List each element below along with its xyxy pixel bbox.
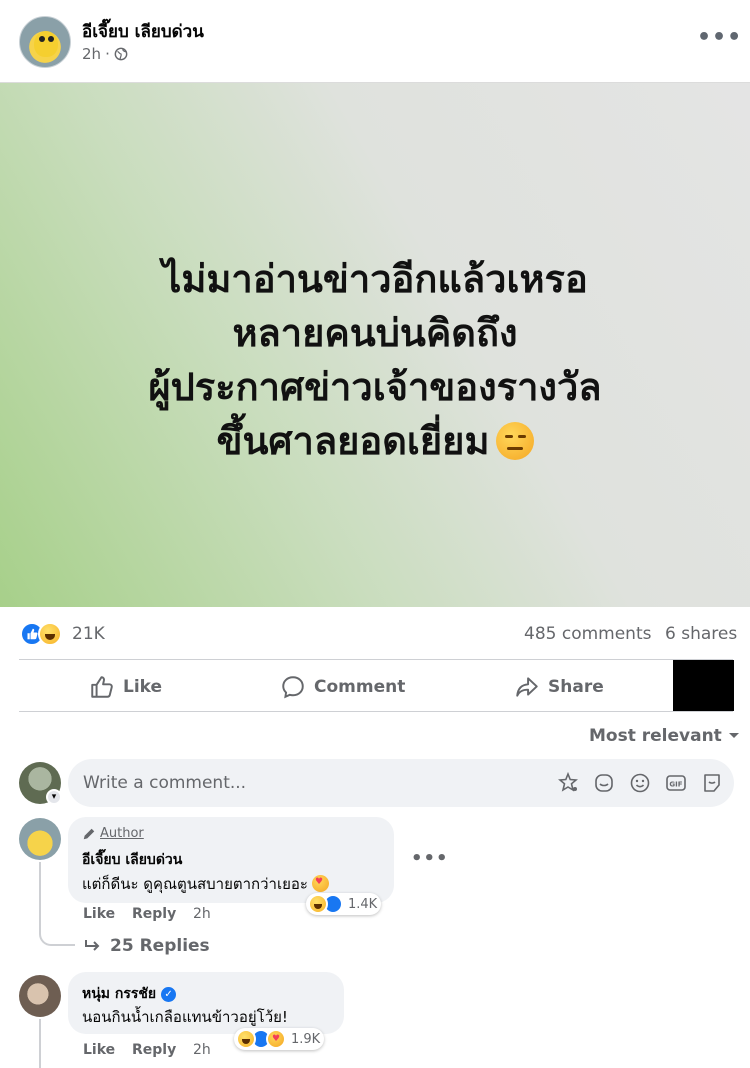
- commenter-avatar[interactable]: [19, 975, 61, 1017]
- comment-text: แต่ก็ดีนะ ดูคุณตูนสบายตากว่าเยอะ: [82, 875, 308, 893]
- thread-curve: [39, 928, 75, 946]
- comment-reply-button[interactable]: Reply: [132, 1042, 176, 1058]
- comment-like-button[interactable]: Like: [83, 906, 115, 922]
- page-avatar[interactable]: [19, 16, 71, 68]
- post-image-text: ไม่มาอ่านข่าวอีกแล้วเหรอ หลายคนบ่นคิดถึง…: [0, 253, 750, 469]
- sticker-icon[interactable]: [592, 771, 616, 795]
- composer-icons: GIF: [556, 771, 724, 795]
- reply-arrow-icon: [85, 940, 100, 951]
- verified-badge-icon: ✓: [161, 986, 177, 1002]
- comment-reaction-count: 1.9K: [291, 1031, 321, 1047]
- comment-reactions[interactable]: 1.9K: [234, 1028, 325, 1050]
- thread-line: [39, 862, 41, 928]
- haha-reaction-icon: [236, 1029, 256, 1049]
- thread-line: [39, 1019, 41, 1068]
- neutral-face-emoji-icon: [495, 422, 534, 460]
- shares-count[interactable]: 6 shares: [665, 624, 737, 644]
- image-text-line-4-wrap: ขึ้นศาลยอดเยี่ยม: [0, 415, 750, 469]
- commenter-name[interactable]: อีเจี๊ยบ เลียบด่วน: [82, 849, 182, 871]
- post-meta: 2h ·: [82, 45, 128, 63]
- thumbs-up-icon: [91, 676, 113, 698]
- chevron-down-icon: [728, 733, 739, 738]
- like-button[interactable]: Like: [89, 672, 162, 702]
- commenter-name[interactable]: หนุ่ม กรรชัย: [82, 983, 156, 1005]
- comment-like-button[interactable]: Like: [83, 1042, 115, 1058]
- gif-icon[interactable]: GIF: [664, 771, 688, 795]
- reactions-count[interactable]: 21K: [72, 624, 105, 644]
- care-reaction-icon: [266, 1029, 286, 1049]
- sticker-smile-icon[interactable]: [700, 771, 724, 795]
- pencil-icon: [83, 828, 95, 839]
- view-replies-button[interactable]: 25 Replies: [84, 936, 210, 956]
- comment-text: นอนกินน้ำเกลือแทนข้าวอยู่โว้ย!: [82, 1008, 288, 1026]
- avatar-eye-right: [48, 36, 54, 42]
- comment-label: Comment: [314, 677, 406, 697]
- chevron-down-icon[interactable]: ▾: [46, 789, 62, 805]
- comment-reaction-count: 1.4K: [348, 896, 378, 912]
- author-badge: Author: [82, 826, 144, 841]
- sort-label: Most relevant: [589, 726, 722, 746]
- emoji-icon[interactable]: [628, 771, 652, 795]
- avatar-sticker-icon[interactable]: [556, 771, 580, 795]
- comment-reactions[interactable]: 1.4K: [306, 893, 382, 915]
- divider: [19, 711, 733, 712]
- comment-reply-button[interactable]: Reply: [132, 906, 176, 922]
- redacted-box: [673, 660, 734, 711]
- image-text-line-4: ขึ้นศาลยอดเยี่ยม: [216, 421, 490, 463]
- more-options-icon[interactable]: •••: [697, 27, 742, 49]
- comment-text-wrap: แต่ก็ดีนะ ดูคุณตูนสบายตากว่าเยอะ: [82, 872, 329, 896]
- haha-reaction-icon: [38, 622, 62, 646]
- commenter-avatar[interactable]: [19, 818, 61, 860]
- haha-reaction-icon: [308, 894, 328, 914]
- comment-time[interactable]: 2h: [193, 906, 211, 922]
- avatar-eye-left: [39, 36, 45, 42]
- page-name[interactable]: อีเจี๊ยบ เลียบด่วน: [82, 18, 204, 45]
- share-label: Share: [548, 677, 604, 697]
- globe-icon: [114, 47, 128, 61]
- image-text-line-2: หลายคนบ่นคิดถึง: [232, 313, 518, 355]
- hearts-face-emoji-icon: [311, 875, 329, 892]
- comment-button[interactable]: Comment: [280, 672, 405, 702]
- comments-count[interactable]: 485 comments: [524, 624, 651, 644]
- comment-more-icon[interactable]: •••: [411, 848, 449, 869]
- image-text-line-1: ไม่มาอ่านข่าวอีกแล้วเหรอ: [162, 259, 588, 301]
- comment-placeholder: Write a comment...: [83, 773, 247, 793]
- share-arrow-icon: [516, 677, 538, 697]
- post-time[interactable]: 2h: [82, 45, 101, 63]
- avatar-character: [34, 31, 58, 57]
- svg-text:GIF: GIF: [669, 781, 682, 789]
- comment-time[interactable]: 2h: [193, 1042, 211, 1058]
- share-button[interactable]: Share: [514, 672, 604, 702]
- image-text-line-3: ผู้ประกาศข่าวเจ้าของรางวัล: [148, 367, 602, 409]
- comment-bubble-icon: [282, 676, 304, 699]
- sort-dropdown[interactable]: Most relevant: [589, 726, 740, 746]
- author-label: Author: [100, 826, 144, 841]
- replies-label: 25 Replies: [110, 936, 210, 956]
- commenter-name-wrap: หนุ่ม กรรชัย ✓: [82, 983, 177, 1005]
- reaction-icons[interactable]: [20, 622, 62, 646]
- divider: [19, 659, 733, 660]
- like-label: Like: [123, 677, 163, 697]
- meta-separator: ·: [105, 45, 110, 63]
- post-image[interactable]: ไม่มาอ่านข่าวอีกแล้วเหรอ หลายคนบ่นคิดถึง…: [0, 82, 750, 607]
